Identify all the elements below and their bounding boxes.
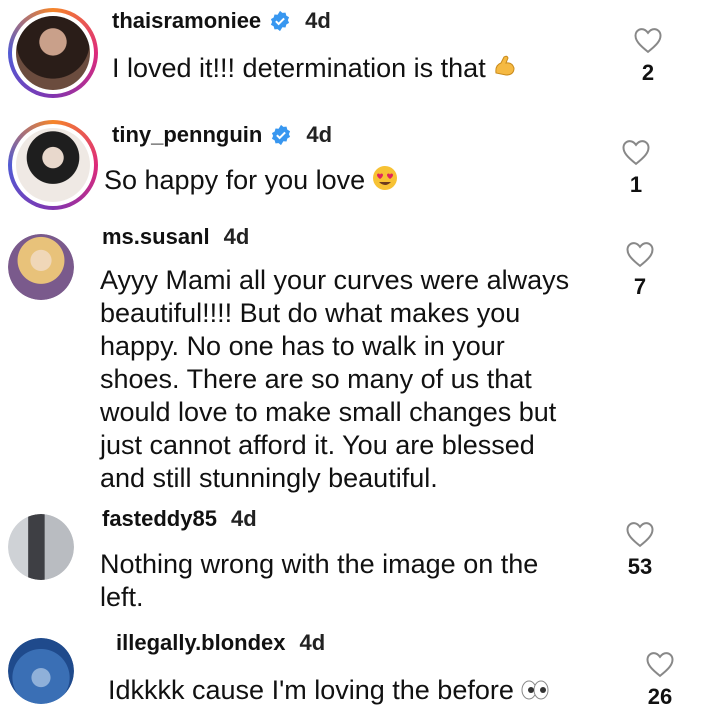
timestamp: 4d <box>230 506 257 531</box>
comment-item: ms.susanl 4d Ayyy Mami all your curves w… <box>0 220 720 500</box>
comment-text: Ayyy Mami all your curves were always be… <box>100 265 570 493</box>
comment-text: Idkkkk cause I'm loving the before <box>108 674 550 708</box>
comment-item: illegally.blondex 4d Idkkkk cause I'm lo… <box>0 620 720 714</box>
like-count: 7 <box>633 274 647 299</box>
like-count: 2 <box>641 60 655 85</box>
avatar[interactable] <box>8 638 74 704</box>
comment-item: fasteddy85 4d Nothing wrong with the ima… <box>0 500 720 620</box>
like-control: 53 <box>610 520 670 580</box>
timestamp: 4d <box>306 122 333 147</box>
like-control: 7 <box>610 240 670 300</box>
eyes-icon <box>520 675 550 708</box>
timestamp: 4d <box>223 224 250 249</box>
comment-text: Nothing wrong with the image on the left… <box>100 549 539 612</box>
avatar[interactable] <box>8 514 74 580</box>
username[interactable]: illegally.blondex <box>116 630 286 656</box>
username[interactable]: fasteddy85 <box>102 506 217 532</box>
heart-icon[interactable] <box>625 520 655 548</box>
like-control: 1 <box>606 138 666 198</box>
like-control: 26 <box>630 650 690 710</box>
flexed-biceps-icon <box>492 53 518 87</box>
verified-badge-icon <box>272 124 291 146</box>
username[interactable]: tiny_pennguin <box>112 122 262 148</box>
timestamp: 4d <box>299 630 326 655</box>
heart-icon[interactable] <box>633 26 663 54</box>
avatar[interactable] <box>8 8 98 98</box>
comment-text: I loved it!!! determination is that <box>112 52 518 87</box>
avatar[interactable] <box>8 120 98 210</box>
heart-icon[interactable] <box>621 138 651 166</box>
comment-text: So happy for you love <box>104 164 399 200</box>
timestamp: 4d <box>305 8 331 33</box>
comment-item: tiny_pennguin 4d So happy for you love 1 <box>0 110 720 220</box>
comment-item: thaisramoniee 4d I loved it!!! determina… <box>0 0 720 110</box>
username[interactable]: thaisramoniee <box>112 8 261 34</box>
heart-eyes-icon <box>371 164 399 200</box>
like-count: 53 <box>627 554 653 579</box>
like-count: 1 <box>629 172 643 197</box>
verified-badge-icon <box>271 10 290 32</box>
heart-icon[interactable] <box>625 240 655 268</box>
avatar[interactable] <box>8 234 74 300</box>
heart-icon[interactable] <box>645 650 675 678</box>
like-count: 26 <box>647 684 673 709</box>
like-control: 2 <box>618 26 678 86</box>
username[interactable]: ms.susanl <box>102 224 210 250</box>
